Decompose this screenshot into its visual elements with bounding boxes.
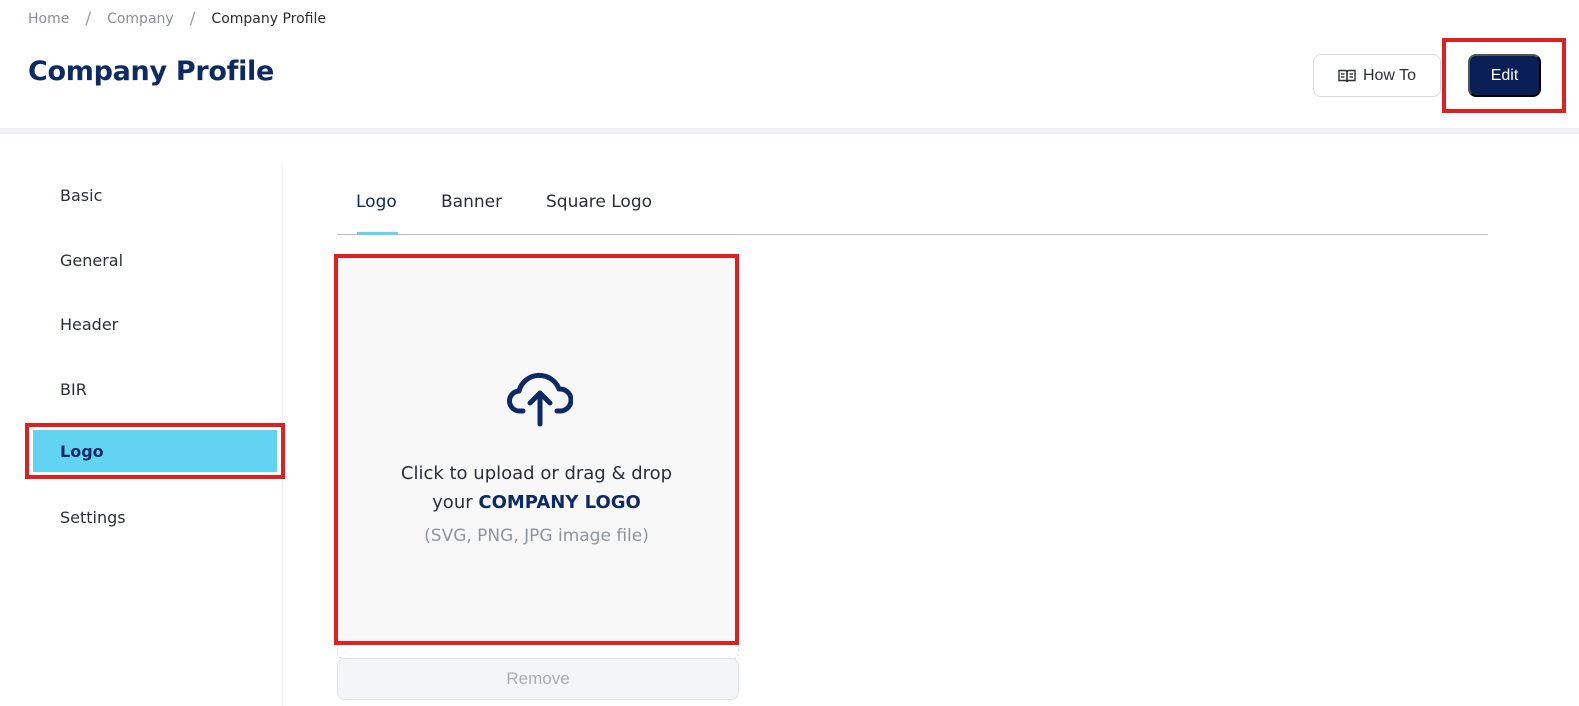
cloud-upload-icon: [507, 372, 573, 427]
tab-square-logo[interactable]: Square Logo: [546, 192, 652, 212]
breadcrumb-company-profile: Company Profile: [211, 11, 327, 27]
logo-upload-dropzone[interactable]: Click to upload or drag & drop your COMP…: [334, 254, 739, 645]
breadcrumb-company[interactable]: Company: [107, 11, 174, 27]
breadcrumb-separator: /: [85, 9, 92, 29]
upload-target-text: your COMPANY LOGO: [338, 492, 735, 513]
upload-target-prefix: your: [432, 492, 479, 513]
tab-banner[interactable]: Banner: [441, 192, 502, 212]
how-to-label: How To: [1362, 66, 1417, 84]
remove-button[interactable]: Remove: [337, 658, 739, 700]
tab-logo[interactable]: Logo: [356, 192, 397, 212]
breadcrumb-separator: /: [189, 9, 196, 29]
edit-button[interactable]: Edit: [1468, 54, 1541, 97]
image-type-tabs: Logo Banner Square Logo: [337, 192, 1488, 235]
sidebar-item-basic[interactable]: Basic: [60, 186, 102, 205]
sidebar-item-settings[interactable]: Settings: [60, 508, 126, 527]
upload-instruction: Click to upload or drag & drop: [400, 463, 673, 484]
dropzone-bottom-edge: [337, 645, 739, 659]
sidebar-item-bir[interactable]: BIR: [60, 380, 87, 399]
how-to-button[interactable]: How To: [1313, 54, 1441, 97]
sidebar-item-label: Logo: [60, 442, 104, 461]
sidebar-item-general[interactable]: General: [60, 251, 123, 270]
sidebar-item-header[interactable]: Header: [60, 315, 118, 334]
upload-target-name: COMPANY LOGO: [478, 492, 641, 513]
breadcrumb: Home / Company / Company Profile: [28, 9, 326, 29]
page-title: Company Profile: [28, 56, 274, 87]
header-divider: [0, 128, 1579, 134]
sidebar-item-logo[interactable]: Logo: [25, 423, 285, 479]
upload-file-types: (SVG, PNG, JPG image file): [424, 526, 649, 546]
active-tab-indicator: [357, 232, 398, 235]
book-open-icon: [1338, 69, 1356, 82]
breadcrumb-home[interactable]: Home: [28, 11, 69, 27]
